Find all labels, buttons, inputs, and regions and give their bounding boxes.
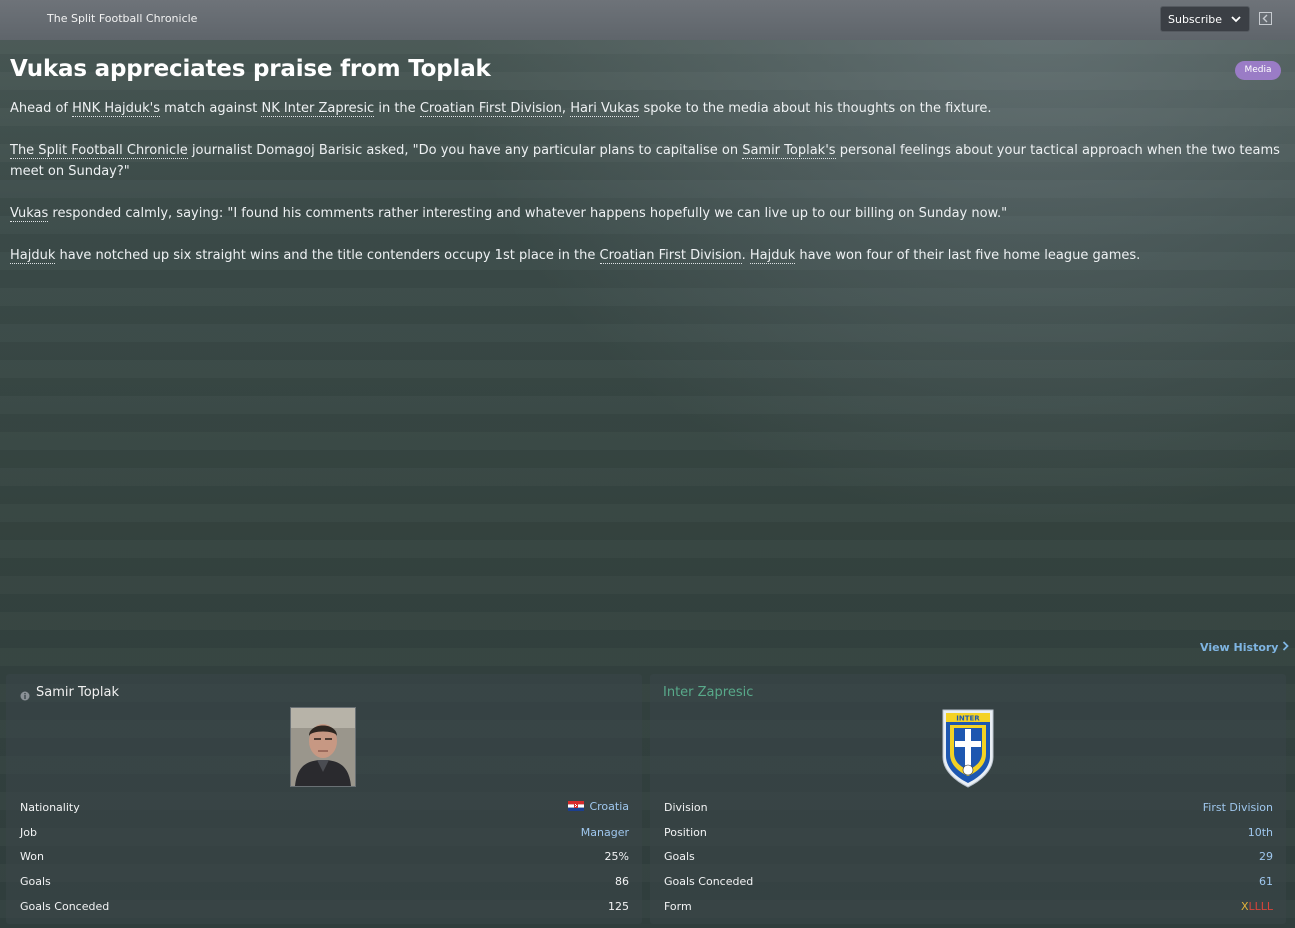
position-row: Position 10th	[664, 822, 1273, 842]
job-label: Job	[20, 825, 37, 839]
won-label: Won	[20, 849, 44, 863]
job-row: Job Manager	[20, 822, 629, 842]
top-bar: The Split Football Chronicle Subscribe	[0, 0, 1295, 40]
job-value: Manager	[580, 825, 629, 839]
goals-label: Goals	[20, 874, 51, 888]
link-samir-toplak[interactable]: Samir Toplak's	[742, 143, 836, 159]
text: ,	[561, 101, 571, 116]
text: have notched up six straight wins and th…	[55, 248, 600, 263]
goals-value: 86	[615, 874, 629, 888]
text: in the	[374, 101, 420, 116]
goals-conceded-row: Goals Conceded 125	[20, 896, 629, 916]
link-split-football-chronicle[interactable]: The Split Football Chronicle	[10, 143, 188, 159]
croatia-flag-icon	[568, 800, 585, 814]
division-label: Division	[664, 800, 708, 814]
club-goals-label: Goals	[664, 849, 695, 863]
club-goals-conceded-row: Goals Conceded 61	[664, 871, 1273, 891]
club-goals-value: 29	[1259, 849, 1273, 863]
person-card: Samir Toplak Nationality Croatia Job Man…	[6, 674, 642, 924]
chevron-down-icon	[1230, 12, 1242, 29]
club-card: Inter Zapresic INTER Division First Divi…	[650, 674, 1286, 924]
article-body: Ahead of HNK Hajduk's match against NK I…	[10, 98, 1285, 287]
article-paragraph: Ahead of HNK Hajduk's match against NK I…	[10, 98, 1285, 119]
article-paragraph: Vukas responded calmly, saying: "I found…	[10, 203, 1285, 224]
text: journalist Domagoj Barisic asked, "Do yo…	[187, 143, 743, 158]
source-name[interactable]: The Split Football Chronicle	[47, 12, 197, 25]
goals-conceded-value: 125	[608, 899, 629, 913]
club-goals-conceded-value: 61	[1259, 874, 1273, 888]
collapse-panel-icon[interactable]	[1259, 12, 1272, 25]
won-value: 25%	[604, 849, 629, 863]
subscribe-label: Subscribe	[1168, 12, 1223, 26]
info-icon[interactable]	[20, 686, 30, 705]
category-badge: Media	[1235, 61, 1281, 80]
crest-text: INTER	[956, 715, 980, 723]
goals-row: Goals 86	[20, 871, 629, 891]
nationality-value[interactable]: Croatia	[568, 800, 629, 814]
article-paragraph: The Split Football Chronicle journalist …	[10, 140, 1285, 182]
division-value[interactable]: First Division	[1203, 801, 1273, 814]
person-photo	[290, 707, 356, 787]
text: have won four of their last five home le…	[795, 248, 1141, 263]
text: match against	[160, 101, 262, 116]
link-croatian-first-division[interactable]: Croatian First Division	[419, 101, 562, 117]
form-row: Form XLLLL	[664, 896, 1273, 916]
link-vukas[interactable]: Vukas	[10, 206, 49, 222]
won-row: Won 25%	[20, 846, 629, 866]
subscribe-dropdown[interactable]: Subscribe	[1160, 6, 1250, 32]
link-hari-vukas[interactable]: Hari Vukas	[570, 101, 640, 117]
club-goals-row: Goals 29	[664, 846, 1273, 866]
link-hnk-hajduk[interactable]: HNK Hajduk's	[72, 101, 161, 117]
form-label: Form	[664, 899, 692, 913]
position-label: Position	[664, 825, 707, 839]
nationality-text: Croatia	[589, 800, 629, 814]
link-inter-zapresic[interactable]: NK Inter Zapresic	[261, 101, 375, 117]
text: spoke to the media about his thoughts on…	[639, 101, 992, 116]
link-hajduk[interactable]: Hajduk	[10, 248, 56, 264]
page-title: Vukas appreciates praise from Toplak	[10, 56, 491, 82]
club-goals-conceded-label: Goals Conceded	[664, 874, 754, 888]
view-history-link[interactable]: View History	[1200, 641, 1290, 654]
link-croatian-first-division[interactable]: Croatian First Division	[599, 248, 742, 264]
position-value[interactable]: 10th	[1248, 826, 1273, 839]
view-history-label: View History	[1200, 641, 1279, 654]
chevron-right-icon	[1282, 641, 1290, 654]
text: responded calmly, saying: "I found his c…	[48, 206, 1008, 221]
link-hajduk[interactable]: Hajduk	[749, 248, 796, 264]
club-name[interactable]: Inter Zapresic	[663, 685, 753, 700]
form-result-losses: LLLL	[1248, 899, 1273, 913]
text: .	[741, 248, 750, 263]
goals-conceded-label: Goals Conceded	[20, 899, 110, 913]
nationality-row: Nationality Croatia	[20, 797, 629, 817]
nationality-label: Nationality	[20, 800, 80, 814]
division-row: Division First Division	[664, 797, 1273, 817]
text: Ahead of	[10, 101, 73, 116]
person-name[interactable]: Samir Toplak	[36, 685, 119, 700]
form-value[interactable]: XLLLL	[1241, 900, 1273, 913]
article-paragraph: Hajduk have notched up six straight wins…	[10, 245, 1285, 266]
club-crest: INTER	[940, 707, 996, 793]
